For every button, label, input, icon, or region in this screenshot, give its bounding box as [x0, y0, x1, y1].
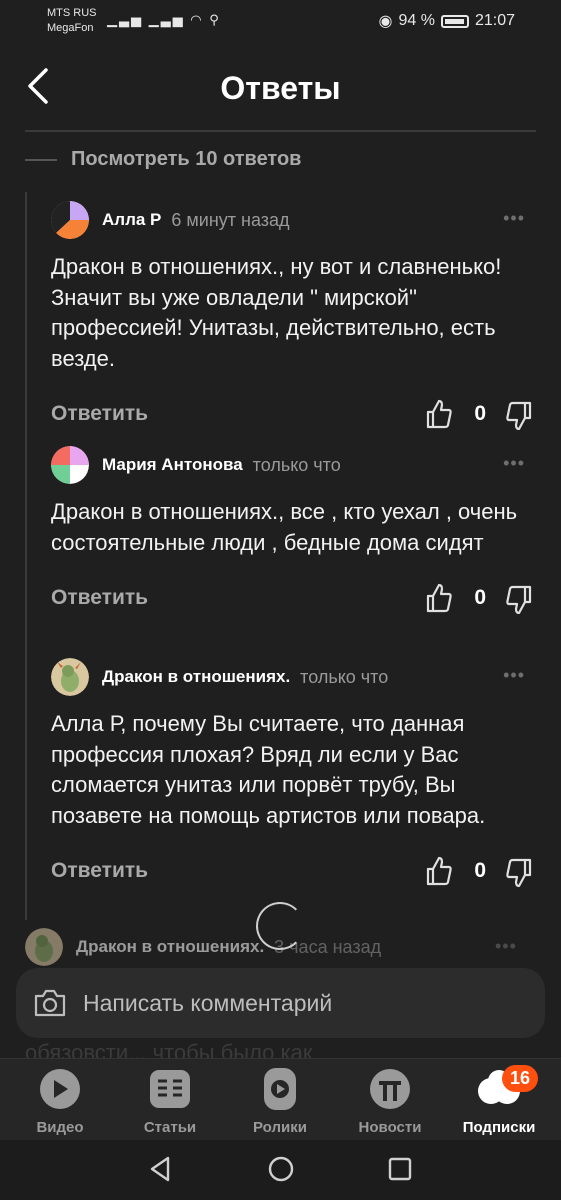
comment-text: Дракон в отношениях., ну вот и славненьк… — [51, 254, 502, 371]
comment-text: Алла Р, почему Вы считаете, что данная п… — [51, 711, 486, 828]
signal-icon: ▁▃▅ — [107, 12, 143, 27]
status-bar: MTS RUS MegaFon ▁▃▅ ▁▃▅ ◠ ⚲ ◉ 94 % 21:07 — [0, 0, 561, 44]
video-icon — [35, 1067, 85, 1111]
more-icon[interactable]: ••• — [503, 665, 525, 686]
comment-composer[interactable]: Написать комментарий — [16, 968, 545, 1038]
news-icon — [365, 1067, 415, 1111]
status-right: ◉ 94 % 21:07 — [379, 11, 515, 31]
author-name[interactable]: Мария Антонова — [102, 455, 243, 475]
thumbs-up-icon[interactable] — [425, 855, 453, 887]
header-divider — [25, 130, 536, 132]
tab-articles[interactable]: Статьи — [120, 1067, 220, 1136]
avatar[interactable] — [51, 446, 89, 484]
nav-recents-icon[interactable] — [385, 1154, 415, 1184]
tab-shorts[interactable]: Ролики — [230, 1067, 330, 1136]
thumbs-down-icon[interactable] — [505, 584, 533, 616]
divider-dash — [25, 158, 57, 161]
comment-time: 6 минут назад — [171, 209, 290, 230]
next-comment-preview: Дракон в отношениях. 3 часа назад ••• — [25, 928, 516, 966]
loading-spinner-icon — [256, 902, 304, 950]
bottom-tab-bar: Видео Статьи Ролики Новости 16 Подписки — [0, 1058, 561, 1140]
view-replies-link[interactable]: Посмотреть 10 ответов — [25, 148, 301, 171]
avatar[interactable] — [25, 928, 63, 966]
like-count: 0 — [474, 859, 486, 882]
shorts-icon — [255, 1067, 305, 1111]
avatar[interactable] — [51, 201, 89, 239]
like-count: 0 — [474, 402, 486, 425]
author-name[interactable]: Дракон в отношениях. — [76, 937, 264, 957]
more-icon[interactable]: ••• — [503, 208, 525, 229]
comment-header: Дракон в отношениях. только что ••• — [51, 657, 535, 697]
reply-button[interactable]: Ответить — [51, 402, 148, 426]
author-name[interactable]: Алла Р — [102, 210, 161, 230]
avatar[interactable] — [51, 658, 89, 696]
nav-home-icon[interactable] — [266, 1154, 296, 1184]
tab-video[interactable]: Видео — [10, 1067, 110, 1136]
reply-button[interactable]: Ответить — [51, 859, 148, 883]
notification-badge: 16 — [501, 1065, 538, 1092]
comment-time: только что — [300, 666, 389, 687]
nav-back-icon[interactable] — [146, 1154, 176, 1184]
comment-actions: Ответить 0 — [51, 396, 535, 436]
tab-subscriptions[interactable]: 16 Подписки — [449, 1065, 549, 1136]
carrier-2: MegaFon — [47, 22, 94, 34]
more-icon[interactable]: ••• — [495, 936, 517, 957]
clock: 21:07 — [474, 12, 515, 29]
tab-news[interactable]: Новости — [340, 1067, 440, 1136]
tab-label: Видео — [36, 1119, 84, 1136]
camera-icon[interactable] — [33, 988, 67, 1018]
system-nav-bar — [0, 1140, 561, 1200]
comment-actions: Ответить 0 — [51, 853, 535, 893]
thumbs-up-icon[interactable] — [425, 582, 453, 614]
subscriptions-icon: 16 — [474, 1065, 538, 1111]
page-title: Ответы — [220, 70, 341, 106]
tab-label: Подписки — [462, 1119, 536, 1136]
like-count: 0 — [474, 586, 486, 609]
comment-actions: Ответить 0 — [51, 580, 535, 620]
comment: Алла Р 6 минут назад ••• Дракон в отноше… — [51, 200, 535, 436]
comment-text: Дракон в отношениях., все , кто уехал , … — [51, 499, 518, 555]
thumbs-up-icon[interactable] — [425, 398, 453, 430]
articles-icon — [145, 1067, 195, 1111]
comment: Дракон в отношениях. только что ••• Алла… — [51, 657, 535, 893]
battery-icon — [440, 14, 469, 28]
signal-icon-2: ▁▃▅ — [148, 12, 185, 27]
header: Ответы — [0, 54, 561, 124]
tab-label: Ролики — [253, 1119, 307, 1136]
view-replies-label: Посмотреть 10 ответов — [71, 148, 302, 170]
thread-line — [25, 192, 27, 920]
wifi-icon: ◠ — [190, 12, 204, 27]
comment-input-placeholder: Написать комментарий — [83, 989, 333, 1016]
thumbs-down-icon[interactable] — [505, 400, 533, 432]
comment-time: только что — [252, 454, 341, 475]
comment: Мария Антонова только что ••• Дракон в о… — [51, 445, 535, 620]
carrier-1: MTS RUS — [47, 7, 97, 19]
thumbs-down-icon[interactable] — [505, 857, 533, 889]
eye-icon: ◉ — [378, 13, 393, 30]
author-name[interactable]: Дракон в отношениях. — [102, 667, 290, 687]
tab-label: Статьи — [143, 1119, 197, 1136]
comment-header: Мария Антонова только что ••• — [51, 445, 535, 485]
more-icon[interactable]: ••• — [503, 453, 525, 474]
signal-icons: ▁▃▅ ▁▃▅ ◠ ⚲ — [107, 12, 221, 28]
battery-percent: 94 % — [398, 12, 435, 29]
carrier-names: MTS RUS MegaFon — [47, 6, 97, 36]
reply-button[interactable]: Ответить — [51, 586, 148, 610]
comment-header: Алла Р 6 минут назад ••• — [51, 200, 535, 240]
tab-label: Новости — [358, 1119, 422, 1136]
search-status-icon: ⚲ — [209, 12, 221, 27]
